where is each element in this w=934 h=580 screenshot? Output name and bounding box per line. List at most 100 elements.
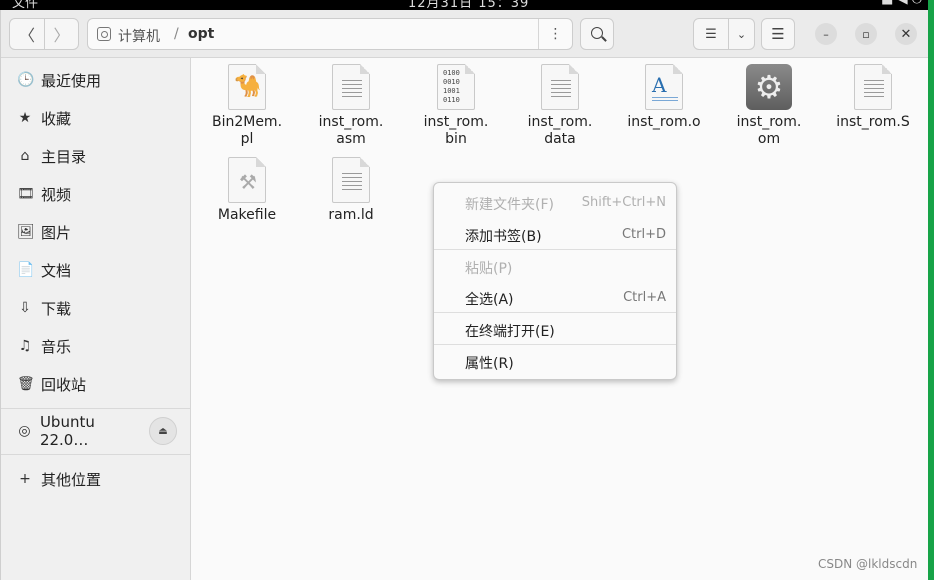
file-item[interactable]: ram.ld	[299, 157, 403, 224]
file-item[interactable]: ⚙ inst_rom. om	[717, 64, 821, 148]
search-button[interactable]	[580, 18, 614, 50]
perl-file-icon: 🐪	[228, 64, 266, 110]
menu-item-add-bookmark[interactable]: 添加书签(B) Ctrl+D	[434, 220, 676, 250]
sidebar-item-label: 图片	[41, 223, 72, 242]
sidebar-item-trash[interactable]: 🗑 回收站	[1, 366, 190, 402]
sidebar-item-music[interactable]: ♫ 音乐	[1, 328, 190, 364]
minimize-icon: –	[823, 27, 829, 41]
chevron-down-icon: ⌄	[736, 27, 747, 41]
executable-gear-icon: ⚙	[746, 64, 792, 110]
star-icon: ★	[18, 110, 32, 126]
sidebar-item-label: 视频	[41, 185, 72, 204]
view-options-dropdown[interactable]: ⌄	[728, 19, 754, 49]
makefile-hammer-icon: ⚒	[228, 157, 266, 203]
sidebar-divider	[1, 454, 190, 455]
file-name: inst_rom. asm	[318, 114, 384, 147]
file-name: Bin2Mem. pl	[211, 114, 283, 147]
sidebar-item-label: 主目录	[41, 147, 87, 166]
object-file-icon: A	[645, 64, 683, 110]
path-menu-button[interactable]: ⋮	[538, 19, 572, 49]
binary-file-icon: 0100 0010 1001 0110	[437, 64, 475, 110]
menu-item-paste[interactable]: 粘贴(P)	[434, 252, 676, 282]
system-top-bar: 文件 12月31日 15：39 ■ ◀ ⏻	[0, 0, 934, 10]
file-item[interactable]: inst_rom.S	[821, 64, 925, 131]
document-icon: 📄	[17, 262, 35, 278]
picture-icon: 🖼	[17, 224, 35, 240]
sidebar-item-starred[interactable]: ★ 收藏	[1, 100, 190, 136]
menu-separator	[434, 312, 676, 313]
file-name: inst_rom.S	[836, 114, 910, 130]
sidebar-item-documents[interactable]: 📄 文档	[1, 252, 190, 288]
sidebar-item-label: 回收站	[41, 375, 87, 394]
menu-separator	[434, 344, 676, 345]
watermark-text: CSDN @lkldscdn	[818, 557, 918, 571]
disk-icon	[97, 27, 111, 41]
eject-button[interactable]: ⏏	[149, 417, 177, 445]
file-name: Makefile	[217, 207, 277, 223]
text-file-icon	[332, 64, 370, 110]
file-name: ram.ld	[328, 207, 374, 223]
list-view-button[interactable]: ☰	[694, 19, 728, 49]
breadcrumb-opt[interactable]: opt	[188, 26, 214, 42]
sidebar-item-recent[interactable]: 🕒 最近使用	[1, 62, 190, 98]
file-item[interactable]: ⚒ Makefile	[195, 157, 299, 224]
sidebar-item-label: 音乐	[41, 337, 72, 356]
sidebar-item-ubuntu-volume[interactable]: ◎ Ubuntu 22.0…	[1, 413, 141, 449]
breadcrumb-separator: /	[174, 26, 179, 42]
sidebar-item-home[interactable]: ⌂ 主目录	[1, 138, 190, 174]
file-name: inst_rom. om	[736, 114, 802, 147]
back-button[interactable]: 〈	[10, 19, 44, 49]
download-icon: ⇩	[19, 300, 31, 316]
menu-item-open-terminal[interactable]: 在终端打开(E)	[434, 315, 676, 345]
system-tray-icons[interactable]: ■ ◀ ⏻	[881, 0, 922, 7]
sidebar-item-other-locations[interactable]: + 其他位置	[1, 461, 190, 497]
navigation-buttons: 〈 〉	[9, 18, 79, 50]
file-item[interactable]: 0100 0010 1001 0110 inst_rom. bin	[404, 64, 508, 148]
sidebar-item-label: 下载	[41, 299, 72, 318]
main-menu-button[interactable]: ☰	[761, 18, 795, 50]
sidebar-item-downloads[interactable]: ⇩ 下载	[1, 290, 190, 326]
maximize-button[interactable]: ▫	[855, 23, 877, 45]
text-file-icon	[332, 157, 370, 203]
clock-label[interactable]: 12月31日 15：39	[408, 0, 529, 10]
kebab-menu-icon: ⋮	[548, 26, 563, 42]
menu-item-properties[interactable]: 属性(R)	[434, 347, 676, 377]
chevron-right-icon: 〉	[53, 26, 70, 45]
file-item[interactable]: inst_rom. data	[508, 64, 612, 148]
eject-icon: ⏏	[158, 425, 168, 437]
sidebar-divider	[1, 408, 190, 409]
trash-icon: 🗑	[17, 376, 35, 392]
clock-icon: 🕒	[17, 72, 35, 88]
breadcrumb-computer[interactable]: 计算机	[118, 26, 160, 46]
view-switcher: ☰ ⌄	[693, 18, 755, 50]
sidebar: 🕒 最近使用 ★ 收藏 ⌂ 主目录 🎞 视频 🖼 图片 📄 文档 ⇩ 下载 ♫	[1, 58, 191, 580]
home-icon: ⌂	[20, 148, 30, 164]
sidebar-item-label: 收藏	[41, 109, 72, 128]
file-name: inst_rom. data	[527, 114, 593, 147]
header-bar: 〈 〉 计算机 / opt ⋮ ☰ ⌄ ☰ – ▫ ✕	[1, 10, 929, 58]
forward-button[interactable]: 〉	[43, 19, 78, 49]
sidebar-item-videos[interactable]: 🎞 视频	[1, 176, 190, 212]
activities-label[interactable]: 文件	[12, 0, 38, 10]
close-icon: ✕	[900, 26, 912, 42]
disc-icon: ◎	[18, 423, 31, 439]
file-item[interactable]: 🐪 Bin2Mem. pl	[195, 64, 299, 148]
sidebar-item-pictures[interactable]: 🖼 图片	[1, 214, 190, 250]
menu-item-new-folder[interactable]: 新建文件夹(F) Shift+Ctrl+N	[434, 188, 676, 218]
file-name: inst_rom.o	[627, 114, 701, 130]
minimize-button[interactable]: –	[815, 23, 837, 45]
plus-icon: +	[19, 471, 31, 487]
text-file-icon	[541, 64, 579, 110]
menu-separator	[434, 249, 676, 250]
file-name: inst_rom. bin	[423, 114, 489, 147]
list-view-icon: ☰	[705, 26, 717, 42]
maximize-icon: ▫	[862, 27, 870, 41]
hamburger-icon: ☰	[771, 25, 785, 43]
sidebar-item-label: 文档	[41, 261, 72, 280]
context-menu: 新建文件夹(F) Shift+Ctrl+N 添加书签(B) Ctrl+D 粘贴(…	[433, 182, 677, 380]
file-item[interactable]: inst_rom. asm	[299, 64, 403, 148]
close-button[interactable]: ✕	[895, 23, 917, 45]
menu-item-select-all[interactable]: 全选(A) Ctrl+A	[434, 283, 676, 313]
sidebar-item-label: 最近使用	[41, 71, 102, 90]
file-item[interactable]: A inst_rom.o	[612, 64, 716, 131]
